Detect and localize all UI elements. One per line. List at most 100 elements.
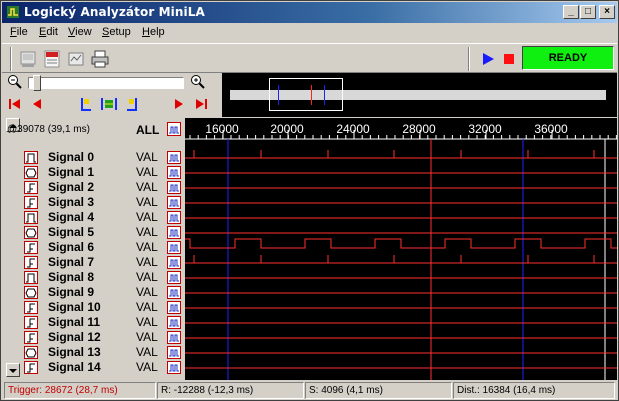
go-end-icon[interactable] bbox=[194, 97, 208, 111]
bus-icon bbox=[25, 288, 37, 298]
zoom-slider-thumb[interactable] bbox=[33, 75, 41, 91]
status-s-cursor: S: 4096 (4,1 ms) bbox=[305, 382, 452, 399]
signal-type-button[interactable] bbox=[24, 226, 38, 239]
signal-type-button[interactable] bbox=[24, 151, 38, 164]
export-icon[interactable] bbox=[66, 49, 86, 69]
signal-mode-button[interactable] bbox=[167, 361, 181, 374]
clock-icon bbox=[26, 153, 36, 163]
save-data-icon[interactable] bbox=[42, 49, 62, 69]
waveform-view[interactable]: 16000 20000 24000 28000 32000 36000 bbox=[185, 118, 617, 380]
maximize-button[interactable]: □ bbox=[580, 5, 596, 19]
signal-mode-button[interactable] bbox=[167, 166, 181, 179]
menu-view[interactable]: View bbox=[68, 26, 92, 38]
signal-mode-button[interactable] bbox=[167, 331, 181, 344]
signal-row[interactable]: Signal 3 VAL bbox=[24, 195, 184, 210]
signal-type-button[interactable] bbox=[24, 331, 38, 344]
all-label: ALL bbox=[136, 123, 160, 137]
signal-mode-button[interactable] bbox=[167, 211, 181, 224]
signal-mode-button[interactable] bbox=[167, 226, 181, 239]
zoom-out-icon[interactable] bbox=[7, 74, 23, 90]
signal-row[interactable]: Signal 14 VAL bbox=[24, 360, 184, 375]
signal-mode-button[interactable] bbox=[167, 271, 181, 284]
signal-type-button[interactable] bbox=[24, 211, 38, 224]
signal-value: VAL bbox=[136, 195, 158, 209]
signal-type-button[interactable] bbox=[24, 241, 38, 254]
signal-mode-button[interactable] bbox=[167, 241, 181, 254]
zoom-slider[interactable] bbox=[28, 75, 184, 91]
all-mode-button[interactable] bbox=[167, 122, 181, 136]
signal-name: Signal 13 bbox=[48, 345, 101, 359]
signal-value: VAL bbox=[136, 360, 158, 374]
signal-type-button[interactable] bbox=[24, 256, 38, 269]
menu-setup[interactable]: Setup bbox=[102, 26, 131, 38]
open-device-icon[interactable] bbox=[18, 49, 38, 69]
next-icon[interactable] bbox=[172, 97, 186, 111]
run-play-icon[interactable] bbox=[478, 49, 498, 69]
signal-row[interactable]: Signal 5 VAL bbox=[24, 225, 184, 240]
signal-type-button[interactable] bbox=[24, 301, 38, 314]
signal-list-scrollbar[interactable] bbox=[5, 133, 21, 365]
signal-name: Signal 11 bbox=[48, 315, 101, 329]
signal-type-button[interactable] bbox=[24, 346, 38, 359]
signal-value: VAL bbox=[136, 330, 158, 344]
title-bar[interactable]: Logický Analyzátor MiniLA _ □ × bbox=[2, 2, 617, 23]
signal-type-button[interactable] bbox=[24, 316, 38, 329]
signal-name: Signal 3 bbox=[48, 195, 95, 209]
edge-icon bbox=[27, 333, 35, 343]
signal-row[interactable]: Signal 1 VAL bbox=[24, 165, 184, 180]
zoom-in-icon[interactable] bbox=[190, 74, 206, 90]
toolbar-separator bbox=[10, 47, 12, 71]
signal-mode-button[interactable] bbox=[167, 256, 181, 269]
waveform-mode-icon bbox=[169, 349, 179, 357]
stop-icon[interactable] bbox=[499, 49, 519, 69]
overview-view-window[interactable] bbox=[269, 78, 343, 111]
cursor-right-icon[interactable] bbox=[125, 96, 139, 112]
signal-row[interactable]: Signal 7 VAL bbox=[24, 255, 184, 270]
edge-icon bbox=[27, 183, 35, 193]
signal-row[interactable]: Signal 9 VAL bbox=[24, 285, 184, 300]
overview-cursor-s bbox=[278, 85, 279, 105]
menu-edit[interactable]: Edit bbox=[39, 26, 58, 38]
signal-type-button[interactable] bbox=[24, 271, 38, 284]
minimize-button[interactable]: _ bbox=[563, 5, 579, 19]
signal-mode-button[interactable] bbox=[167, 346, 181, 359]
signal-type-button[interactable] bbox=[24, 166, 38, 179]
signal-value: VAL bbox=[136, 180, 158, 194]
signal-type-button[interactable] bbox=[24, 181, 38, 194]
signal-name: Signal 2 bbox=[48, 180, 95, 194]
cursor-left-icon[interactable] bbox=[79, 96, 93, 112]
signal-name: Signal 5 bbox=[48, 225, 95, 239]
signal-mode-button[interactable] bbox=[167, 151, 181, 164]
signal-row[interactable]: Signal 8 VAL bbox=[24, 270, 184, 285]
signal-row[interactable]: Signal 4 VAL bbox=[24, 210, 184, 225]
signal-type-button[interactable] bbox=[24, 286, 38, 299]
status-bar: Trigger: 28672 (28,7 ms) R: -12288 (-12,… bbox=[2, 380, 617, 400]
signal-mode-button[interactable] bbox=[167, 301, 181, 314]
signal-mode-button[interactable] bbox=[167, 196, 181, 209]
signal-type-button[interactable] bbox=[24, 196, 38, 209]
signal-type-button[interactable] bbox=[24, 361, 38, 374]
signal-row[interactable]: Signal 2 VAL bbox=[24, 180, 184, 195]
signal-row[interactable]: Signal 6 VAL bbox=[24, 240, 184, 255]
cursor-center-icon[interactable] bbox=[100, 96, 118, 112]
signal-row[interactable]: Signal 11 VAL bbox=[24, 315, 184, 330]
go-start-icon[interactable] bbox=[8, 97, 22, 111]
signal-mode-button[interactable] bbox=[167, 316, 181, 329]
signal-mode-button[interactable] bbox=[167, 286, 181, 299]
toolbar: READY bbox=[2, 43, 617, 73]
signal-row[interactable]: Signal 10 VAL bbox=[24, 300, 184, 315]
close-button[interactable]: × bbox=[599, 5, 615, 19]
overview-bar[interactable] bbox=[222, 73, 617, 117]
signal-mode-button[interactable] bbox=[167, 181, 181, 194]
timeline-tick-label: 36000 bbox=[534, 122, 568, 136]
print-icon[interactable] bbox=[90, 49, 110, 69]
signal-row[interactable]: Signal 12 VAL bbox=[24, 330, 184, 345]
menu-file[interactable]: File bbox=[10, 26, 28, 38]
prev-icon[interactable] bbox=[30, 97, 44, 111]
edge-icon bbox=[27, 258, 35, 268]
signal-row[interactable]: Signal 13 VAL bbox=[24, 345, 184, 360]
signal-row[interactable]: Signal 0 VAL bbox=[24, 150, 184, 165]
scroll-down-button[interactable] bbox=[6, 363, 20, 377]
menu-help[interactable]: Help bbox=[142, 26, 165, 38]
waveform-mode-icon bbox=[169, 319, 179, 327]
